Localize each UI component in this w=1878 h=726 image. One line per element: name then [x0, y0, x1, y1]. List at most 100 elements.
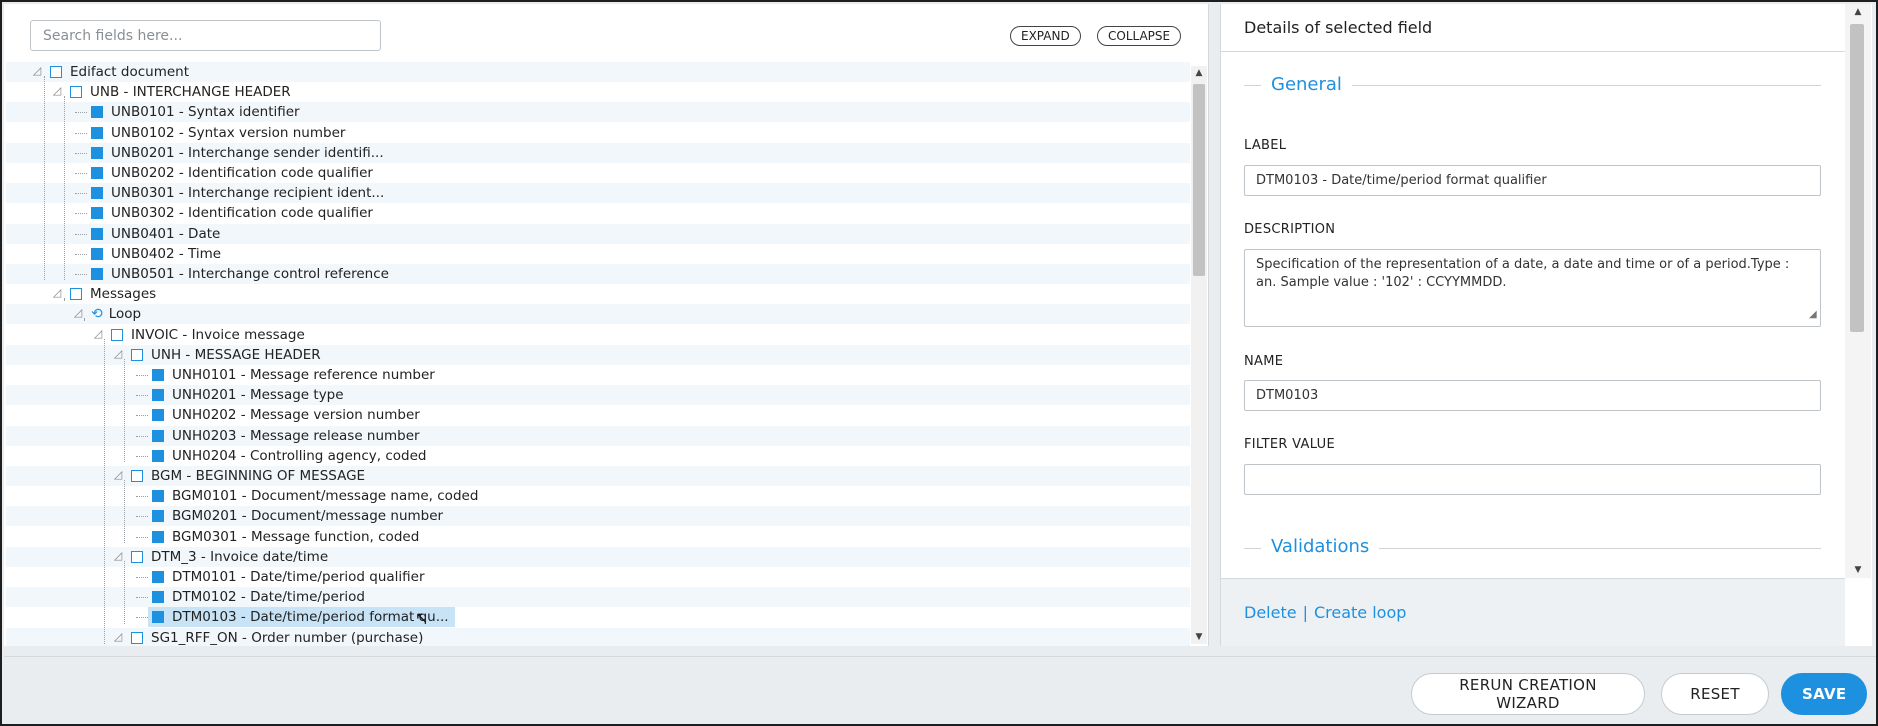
scroll-down-arrow-icon[interactable]: ▼ — [1191, 630, 1207, 644]
tree-row[interactable]: UNB0301 - Interchange recipient ident... — [6, 183, 1190, 203]
tree-node[interactable]: BGM - BEGINNING OF MESSAGE — [131, 466, 365, 486]
tree-row[interactable]: UNB0401 - Date — [6, 224, 1190, 244]
collapse-toggle-icon[interactable]: ◿ — [71, 307, 85, 319]
tree-node[interactable]: UNH0204 - Controlling agency, coded — [152, 446, 426, 466]
tree-node[interactable]: SG1_RFF_ON - Order number (purchase) — [131, 628, 423, 646]
node-checkbox-icon[interactable] — [70, 86, 82, 98]
node-checkbox-icon[interactable] — [91, 228, 103, 240]
tree-row[interactable]: UNB0102 - Syntax version number — [6, 123, 1190, 143]
delete-link[interactable]: Delete — [1244, 603, 1297, 622]
tree-node[interactable]: UNB0102 - Syntax version number — [91, 123, 345, 143]
node-checkbox-icon[interactable] — [152, 510, 164, 522]
tree-row[interactable]: UNB0402 - Time — [6, 244, 1190, 264]
node-checkbox-icon[interactable] — [50, 66, 62, 78]
collapse-toggle-icon[interactable]: ◿ — [111, 469, 125, 481]
node-checkbox-icon[interactable] — [91, 248, 103, 260]
tree-row[interactable]: DTM0101 - Date/time/period qualifier — [6, 567, 1190, 587]
collapse-toggle-icon[interactable]: ◿ — [30, 65, 44, 77]
node-checkbox-icon[interactable] — [91, 147, 103, 159]
collapse-toggle-icon[interactable]: ◿ — [50, 85, 64, 97]
tree-row[interactable]: BGM0101 - Document/message name, coded — [6, 486, 1190, 506]
tree-row[interactable]: UNB0302 - Identification code qualifier — [6, 203, 1190, 223]
search-input[interactable] — [30, 20, 381, 51]
create-loop-link[interactable]: Create loop — [1314, 603, 1406, 622]
description-field[interactable]: Specification of the representation of a… — [1244, 249, 1821, 327]
node-checkbox-icon[interactable] — [131, 349, 143, 361]
tree-node[interactable]: UNB0101 - Syntax identifier — [91, 102, 300, 122]
label-field[interactable] — [1244, 165, 1821, 196]
node-checkbox-icon[interactable] — [131, 632, 143, 644]
details-scrollbar[interactable]: ▲ ▼ — [1845, 4, 1871, 578]
tree-row[interactable]: UNH0201 - Message type — [6, 385, 1190, 405]
name-field[interactable] — [1244, 380, 1821, 411]
tree-row[interactable]: DTM0102 - Date/time/period — [6, 587, 1190, 607]
tree-row[interactable]: UNH0203 - Message release number — [6, 426, 1190, 446]
tree-node[interactable]: UNB0302 - Identification code qualifier — [91, 203, 373, 223]
tree-node[interactable]: INVOIC - Invoice message — [111, 325, 305, 345]
scroll-up-arrow-icon[interactable]: ▲ — [1191, 66, 1207, 80]
collapse-toggle-icon[interactable]: ◿ — [111, 631, 125, 643]
node-checkbox-icon[interactable] — [152, 490, 164, 502]
tree-scrollbar-thumb[interactable] — [1193, 84, 1205, 276]
tree-row[interactable]: UNH0204 - Controlling agency, coded — [6, 446, 1190, 466]
tree-row[interactable]: ◿ DTM_3 - Invoice date/time — [6, 547, 1190, 567]
collapse-toggle-icon[interactable]: ◿ — [50, 287, 64, 299]
tree-row[interactable]: ◿ BGM - BEGINNING OF MESSAGE — [6, 466, 1190, 486]
tree-node[interactable]: BGM0301 - Message function, coded — [152, 527, 419, 547]
node-checkbox-icon[interactable] — [91, 187, 103, 199]
node-checkbox-icon[interactable] — [152, 571, 164, 583]
node-checkbox-icon[interactable] — [131, 551, 143, 563]
node-checkbox-icon[interactable] — [91, 127, 103, 139]
tree-row[interactable]: DTM0103 - Date/time/period format qu... ↖ — [6, 607, 1190, 627]
node-checkbox-icon[interactable] — [70, 288, 82, 300]
tree-row[interactable]: ◿ Messages — [6, 284, 1190, 304]
tree-node[interactable]: BGM0201 - Document/message number — [152, 506, 443, 526]
node-checkbox-icon[interactable] — [91, 207, 103, 219]
tree-node[interactable]: UNH0101 - Message reference number — [152, 365, 435, 385]
collapse-toggle-icon[interactable]: ◿ — [111, 550, 125, 562]
tree-row[interactable]: ◿ Edifact document — [6, 62, 1190, 82]
tree-node[interactable]: DTM0101 - Date/time/period qualifier — [152, 567, 425, 587]
collapse-button[interactable]: COLLAPSE — [1097, 26, 1182, 46]
node-checkbox-icon[interactable] — [152, 450, 164, 462]
details-scrollbar-thumb[interactable] — [1850, 24, 1864, 332]
tree-row[interactable]: UNB0101 - Syntax identifier — [6, 102, 1190, 122]
tree-node[interactable]: UNB0401 - Date — [91, 224, 220, 244]
tree-node[interactable]: ⟲ Loop — [91, 304, 141, 324]
tree-node[interactable]: UNB0501 - Interchange control reference — [91, 264, 389, 284]
scroll-up-arrow-icon[interactable]: ▲ — [1852, 7, 1864, 17]
node-checkbox-icon[interactable] — [91, 106, 103, 118]
tree-row[interactable]: UNB0201 - Interchange sender identifi... — [6, 143, 1190, 163]
tree-row[interactable]: UNH0101 - Message reference number — [6, 365, 1190, 385]
node-checkbox-icon[interactable] — [152, 611, 164, 623]
reset-button[interactable]: RESET — [1661, 673, 1769, 715]
tree-node[interactable]: UNB - INTERCHANGE HEADER — [70, 82, 291, 102]
tree-row[interactable]: BGM0301 - Message function, coded — [6, 527, 1190, 547]
tree-row[interactable]: ◿ UNB - INTERCHANGE HEADER — [6, 82, 1190, 102]
tree-node[interactable]: DTM_3 - Invoice date/time — [131, 547, 328, 567]
rerun-creation-wizard-button[interactable]: RERUN CREATION WIZARD — [1411, 673, 1645, 715]
node-checkbox-icon[interactable] — [152, 531, 164, 543]
expand-button[interactable]: EXPAND — [1010, 26, 1081, 46]
resize-grip-icon[interactable]: ◢ — [1809, 310, 1819, 320]
node-checkbox-icon[interactable] — [131, 470, 143, 482]
node-checkbox-icon[interactable] — [91, 167, 103, 179]
node-checkbox-icon[interactable] — [152, 591, 164, 603]
node-checkbox-icon[interactable] — [111, 329, 123, 341]
tree-row[interactable]: ◿ UNH - MESSAGE HEADER — [6, 345, 1190, 365]
tree-node[interactable]: UNH0203 - Message release number — [152, 426, 420, 446]
tree-node[interactable]: UNB0402 - Time — [91, 244, 221, 264]
scroll-down-arrow-icon[interactable]: ▼ — [1852, 565, 1864, 575]
tree-node[interactable]: UNB0301 - Interchange recipient ident... — [91, 183, 384, 203]
node-checkbox-icon[interactable] — [91, 268, 103, 280]
tree-node[interactable]: Messages — [70, 284, 156, 304]
tree-node[interactable]: Edifact document — [50, 62, 189, 82]
tree-row[interactable]: ◿ SG1_RFF_ON - Order number (purchase) — [6, 628, 1190, 646]
tree-scrollbar[interactable]: ▲ ▼ — [1191, 66, 1207, 644]
tree-row[interactable]: UNB0501 - Interchange control reference — [6, 264, 1190, 284]
tree-row[interactable]: BGM0201 - Document/message number — [6, 506, 1190, 526]
tree-node[interactable]: UNB0202 - Identification code qualifier — [91, 163, 373, 183]
tree-row[interactable]: UNH0202 - Message version number — [6, 405, 1190, 425]
save-button[interactable]: SAVE — [1781, 673, 1867, 715]
tree-node[interactable]: UNH - MESSAGE HEADER — [131, 345, 321, 365]
